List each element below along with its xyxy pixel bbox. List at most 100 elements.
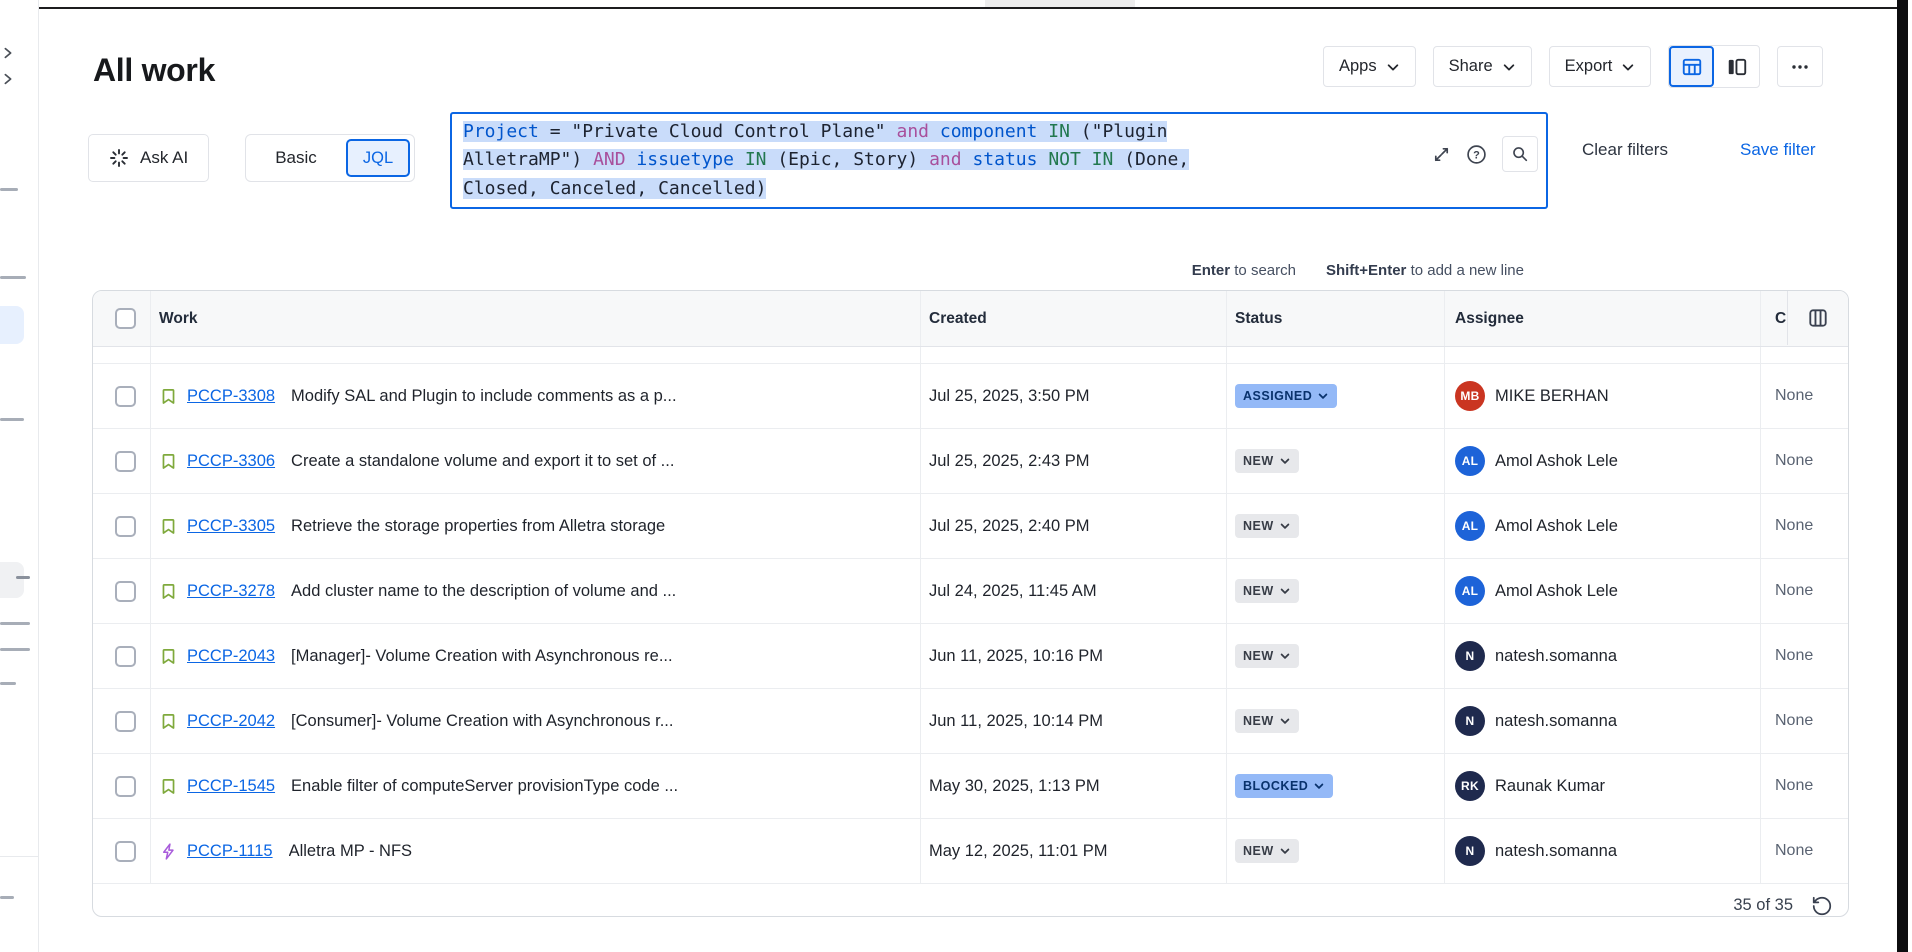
save-filter-button[interactable]: Save filter (1740, 140, 1816, 160)
assignee-cell[interactable]: N natesh.somanna (1445, 624, 1761, 688)
ask-ai-button[interactable]: Ask AI (88, 134, 209, 182)
story-icon (159, 387, 178, 406)
syntax-help-button[interactable]: ? (1466, 144, 1487, 165)
category-cell[interactable]: None (1761, 754, 1848, 818)
sidebar-item[interactable] (0, 622, 30, 625)
issue-key-link[interactable]: PCCP-3308 (187, 387, 275, 406)
story-icon (159, 517, 178, 536)
issue-summary[interactable]: Retrieve the storage properties from All… (291, 517, 665, 536)
jql-mode-button[interactable]: JQL (346, 139, 410, 177)
sidebar-chevron-icon[interactable] (1, 72, 15, 91)
status-badge[interactable]: NEW (1235, 644, 1299, 668)
row-checkbox[interactable] (115, 451, 136, 472)
export-button[interactable]: Export (1549, 46, 1652, 87)
detail-view-button[interactable] (1714, 46, 1759, 87)
row-checkbox[interactable] (115, 776, 136, 797)
status-cell: NEW (1227, 429, 1445, 493)
issue-key-link[interactable]: PCCP-3305 (187, 517, 275, 536)
sidebar-item-selected[interactable] (0, 306, 24, 344)
sidebar-item[interactable] (0, 896, 14, 899)
expand-editor-button[interactable] (1432, 145, 1451, 164)
column-header-assignee[interactable]: Assignee (1445, 291, 1761, 346)
issue-summary[interactable]: Create a standalone volume and export it… (291, 452, 674, 471)
assignee-name: Amol Ashok Lele (1495, 582, 1618, 601)
status-badge[interactable]: BLOCKED (1235, 774, 1333, 798)
row-checkbox[interactable] (115, 646, 136, 667)
configure-columns-button[interactable] (1787, 291, 1848, 345)
refresh-button[interactable] (1811, 895, 1833, 917)
issue-key-link[interactable]: PCCP-1545 (187, 777, 275, 796)
status-badge[interactable]: NEW (1235, 449, 1299, 473)
category-cell[interactable]: None (1761, 559, 1848, 623)
status-badge[interactable]: NEW (1235, 839, 1299, 863)
assignee-cell[interactable]: N natesh.somanna (1445, 819, 1761, 883)
status-cell: NEW (1227, 624, 1445, 688)
share-button[interactable]: Share (1433, 46, 1532, 87)
sidebar-item[interactable] (0, 418, 24, 421)
assignee-cell[interactable]: RK Raunak Kumar (1445, 754, 1761, 818)
basic-mode-button[interactable]: Basic (246, 148, 346, 168)
category-cell[interactable]: None (1761, 494, 1848, 558)
column-header-created[interactable]: Created (921, 291, 1227, 346)
run-search-button[interactable] (1502, 136, 1538, 172)
category-cell[interactable]: None (1761, 364, 1848, 428)
column-header-work[interactable]: Work (151, 291, 921, 346)
category-cell[interactable]: None (1761, 624, 1848, 688)
status-cell: NEW (1227, 689, 1445, 753)
select-all-checkbox[interactable] (115, 308, 136, 329)
status-badge[interactable]: NEW (1235, 514, 1299, 538)
row-checkbox[interactable] (115, 581, 136, 602)
category-cell[interactable]: None (1761, 819, 1848, 883)
assignee-cell[interactable]: AL Amol Ashok Lele (1445, 429, 1761, 493)
assignee-cell[interactable]: AL Amol Ashok Lele (1445, 494, 1761, 558)
column-header-status[interactable]: Status (1227, 291, 1445, 346)
row-checkbox[interactable] (115, 711, 136, 732)
status-cell: BLOCKED (1227, 754, 1445, 818)
category-value: None (1775, 712, 1813, 730)
issue-key-link[interactable]: PCCP-2043 (187, 647, 275, 666)
status-badge[interactable]: NEW (1235, 709, 1299, 733)
assignee-cell[interactable]: AL Amol Ashok Lele (1445, 559, 1761, 623)
list-view-button[interactable] (1669, 46, 1714, 87)
sidebar-item[interactable] (0, 188, 18, 191)
category-cell[interactable]: None (1761, 689, 1848, 753)
jql-editor[interactable]: Project = "Private Cloud Control Plane" … (450, 112, 1548, 209)
sidebar-item[interactable] (0, 276, 26, 279)
row-select-cell (93, 559, 151, 623)
issue-summary[interactable]: Alletra MP - NFS (289, 842, 412, 861)
header-toolbar: Apps Share Export (1323, 46, 1823, 87)
issue-summary[interactable]: Modify SAL and Plugin to include comment… (291, 387, 677, 406)
clear-filters-button[interactable]: Clear filters (1582, 140, 1668, 160)
row-checkbox[interactable] (115, 516, 136, 537)
jql-query-text[interactable]: Project = "Private Cloud Control Plane" … (463, 118, 1189, 203)
issue-summary[interactable]: [Consumer]- Volume Creation with Asynchr… (291, 712, 673, 731)
more-actions-button[interactable] (1777, 46, 1823, 87)
sidebar-item[interactable] (0, 648, 30, 651)
issue-summary[interactable]: [Manager]- Volume Creation with Asynchro… (291, 647, 673, 666)
sidebar-item (16, 576, 30, 579)
sidebar-item[interactable] (0, 682, 16, 685)
row-checkbox[interactable] (115, 841, 136, 862)
assignee-cell[interactable]: N natesh.somanna (1445, 689, 1761, 753)
row-checkbox[interactable] (115, 386, 136, 407)
assignee-name: Amol Ashok Lele (1495, 517, 1618, 536)
issue-summary[interactable]: Add cluster name to the description of v… (291, 582, 676, 601)
status-badge[interactable]: ASSIGNED (1235, 384, 1337, 408)
row-select-cell (93, 819, 151, 883)
issue-key-link[interactable]: PCCP-2042 (187, 712, 275, 731)
sidebar-item-hovered[interactable] (0, 562, 24, 598)
apps-button[interactable]: Apps (1323, 46, 1416, 87)
category-cell[interactable]: None (1761, 429, 1848, 493)
chevron-down-icon (1279, 455, 1291, 467)
issue-summary[interactable]: Enable filter of computeServer provision… (291, 777, 678, 796)
issue-key-link[interactable]: PCCP-1115 (187, 842, 273, 861)
sidebar-chevron-icon[interactable] (1, 46, 15, 65)
assignee-cell[interactable]: MB MIKE BERHAN (1445, 364, 1761, 428)
status-badge[interactable]: NEW (1235, 579, 1299, 603)
issue-key-link[interactable]: PCCP-3278 (187, 582, 275, 601)
issue-key-link[interactable]: PCCP-3306 (187, 452, 275, 471)
row-select-cell (93, 624, 151, 688)
created-cell: Jun 11, 2025, 10:16 PM (921, 624, 1227, 688)
work-cell: PCCP-3278 Add cluster name to the descri… (151, 559, 921, 623)
work-cell: PCCP-3306 Create a standalone volume and… (151, 429, 921, 493)
